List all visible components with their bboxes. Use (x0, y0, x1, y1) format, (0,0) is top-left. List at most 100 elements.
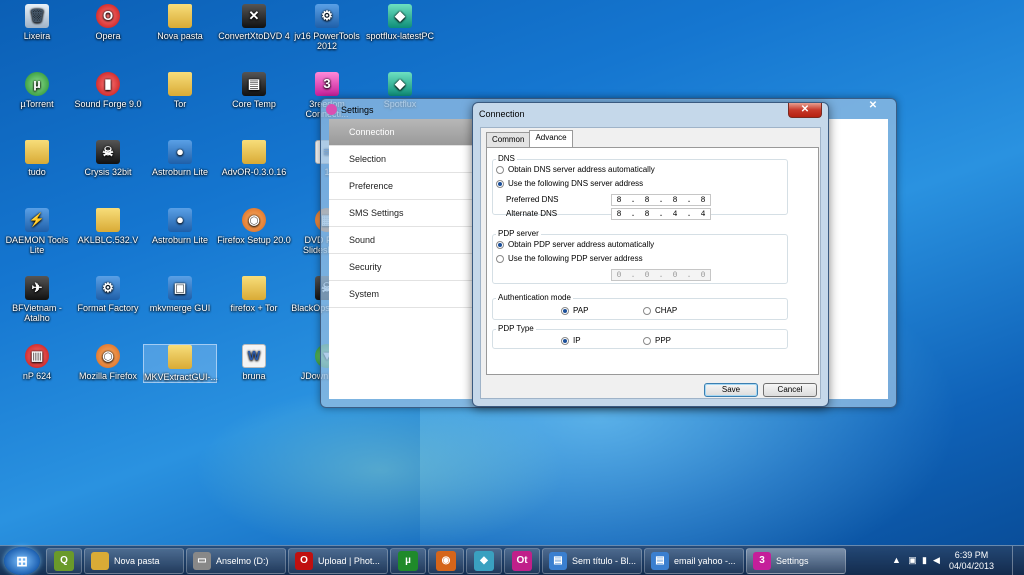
ip-octet: 0 (644, 270, 650, 280)
window-app-icon: ▭ (193, 552, 211, 570)
dns-auto-radio[interactable] (496, 165, 504, 174)
connection-dialog[interactable]: Connection ✕ Common Advance DNS Obtain D… (472, 102, 829, 407)
app-icon: µ (25, 72, 49, 96)
desktop-icon[interactable]: ✕ ConvertXtoDVD 4 (217, 4, 291, 41)
desktop-icon[interactable]: ☠ Crysis 32bit (71, 140, 145, 177)
desktop-icon[interactable]: firefox + Tor (217, 276, 291, 313)
desktop-icon-label: BFVietnam - Atalho (12, 303, 62, 323)
desktop-icon[interactable]: ▥ nP 624 (0, 344, 74, 381)
folder-icon (168, 72, 192, 96)
taskbar-window-label: Upload | Phot... (318, 556, 380, 566)
desktop-icon[interactable]: ◉ Mozilla Firefox (71, 344, 145, 381)
auth-mode-legend: Authentication mode (496, 293, 573, 302)
pdp-manual-radio[interactable] (496, 254, 504, 263)
desktop-icon[interactable]: tudo (0, 140, 74, 177)
settings-close-button[interactable]: ✕ (856, 99, 890, 113)
taskbar-window-button[interactable]: ▭ Anselmo (D:) (186, 548, 286, 574)
settings-nav-item-system[interactable]: System (329, 281, 472, 308)
qgis-taskbar-icon[interactable]: Q (46, 548, 82, 574)
desktop-icon[interactable]: ◉ Firefox Setup 20.0 (217, 208, 291, 245)
clock[interactable]: 6:39 PM 04/04/2013 (944, 550, 999, 572)
taskbar-window-button[interactable]: ▤ email yahoo -... (644, 548, 744, 574)
settings-nav-item-sound[interactable]: Sound (329, 227, 472, 254)
settings-nav-item-security[interactable]: Security (329, 254, 472, 281)
desktop-icon-label: Sound Forge 9.0 (74, 99, 142, 109)
desktop-icon[interactable]: MKVExtractGUI-... (143, 344, 218, 383)
taskbar-window-button[interactable]: ▤ Sem título - Bl... (542, 548, 642, 574)
desktop-icon-label: ConvertXtoDVD 4 (218, 31, 290, 41)
pdp-type-ip-option[interactable]: IP (561, 336, 581, 345)
desktop-icon[interactable]: ▣ mkvmerge GUI (143, 276, 217, 313)
pdp-manual-option[interactable]: Use the following PDP server address (496, 254, 643, 263)
desktop-icon[interactable]: AKLBLC.532.V (71, 208, 145, 245)
pdp-type-ppp-radio[interactable] (643, 336, 651, 345)
desktop-icon[interactable]: ◆ spotflux-latestPC (363, 4, 437, 41)
network-taskbar-icon[interactable]: ◆ (466, 548, 502, 574)
taskbar-window-button[interactable]: 3 Settings (746, 548, 846, 574)
desktop-icon[interactable]: AdvOR-0.3.0.16 (217, 140, 291, 177)
desktop-icon[interactable]: Nova pasta (143, 4, 217, 41)
taskbar-window-button[interactable]: O Upload | Phot... (288, 548, 388, 574)
ot-icon: Ot (512, 551, 532, 571)
pdp-server-group: PDP server Obtain PDP server address aut… (492, 229, 788, 284)
tray-expand-icon[interactable]: ▲ (891, 555, 902, 566)
tray-app-icon[interactable]: ▣ (907, 555, 918, 566)
pdp-auto-radio[interactable] (496, 240, 504, 249)
desktop-icon-label: Astroburn Lite (151, 235, 209, 245)
tab-common[interactable]: Common (486, 132, 531, 147)
pdp-type-ip-radio[interactable] (561, 336, 569, 345)
pdp-type-legend: PDP Type (496, 324, 536, 333)
desktop-icon[interactable]: ● Astroburn Lite (143, 208, 217, 245)
pdp-type-group: PDP Type IP PPP (492, 324, 788, 349)
taskbar-window-label: email yahoo -... (674, 556, 736, 566)
connection-close-button[interactable]: ✕ (788, 103, 822, 118)
settings-nav-item-selection[interactable]: Selection (329, 146, 472, 173)
auth-pap-option[interactable]: PAP (561, 306, 588, 315)
network-icon[interactable]: ▮ (919, 555, 930, 566)
save-button[interactable]: Save (704, 383, 758, 397)
settings-nav: Connection Selection Preference SMS Setting… (329, 119, 472, 308)
app-icon: O (96, 4, 120, 28)
start-button[interactable]: ⊞ (4, 547, 40, 575)
desktop-icon[interactable]: ▮ Sound Forge 9.0 (71, 72, 145, 109)
desktop-icon[interactable]: O Opera (71, 4, 145, 41)
clock-date: 04/04/2013 (948, 561, 995, 571)
dns-manual-radio[interactable] (496, 179, 504, 188)
app-icon: ⚙ (315, 4, 339, 28)
ip-octet: 8 (644, 209, 650, 219)
volume-icon[interactable]: ◀ (931, 555, 942, 566)
desktop-icon-label: bruna (242, 371, 266, 381)
desktop-icon[interactable]: µ µTorrent (0, 72, 74, 109)
settings-nav-item-preference[interactable]: Preference (329, 173, 472, 200)
desktop-icon[interactable]: ⚡ DAEMON Tools Lite (0, 208, 74, 255)
dns-auto-option[interactable]: Obtain DNS server address automatically (496, 165, 655, 174)
desktop-icon[interactable]: ✈ BFVietnam - Atalho (0, 276, 74, 323)
desktop-icon[interactable]: Tor (143, 72, 217, 109)
utorrent-taskbar-icon[interactable]: µ (390, 548, 426, 574)
folder-icon (242, 276, 266, 300)
pdp-auto-option[interactable]: Obtain PDP server address automatically (496, 240, 654, 249)
settings-nav-item-connection[interactable]: Connection (329, 119, 472, 146)
settings-nav-item-sms-settings[interactable]: SMS Settings (329, 200, 472, 227)
auth-chap-option[interactable]: CHAP (643, 306, 677, 315)
clock-time: 6:39 PM (954, 550, 989, 560)
ip-octet: 8 (644, 195, 650, 205)
desktop-icon[interactable]: ● Astroburn Lite (143, 140, 217, 177)
auth-chap-radio[interactable] (643, 306, 651, 315)
desktop-icon[interactable]: ⚙ jv16 PowerTools 2012 (290, 4, 364, 51)
show-desktop-button[interactable] (1012, 546, 1024, 575)
firefox-taskbar-icon[interactable]: ◉ (428, 548, 464, 574)
pdp-type-ppp-option[interactable]: PPP (643, 336, 671, 345)
desktop-icon[interactable]: ▤ Core Temp (217, 72, 291, 109)
tab-advance[interactable]: Advance (529, 130, 573, 147)
taskbar-window-button[interactable]: Nova pasta (84, 548, 184, 574)
desktop-icon[interactable]: 🗑 Lixeira (0, 4, 74, 41)
desktop-icon[interactable]: ⚙ Format Factory (71, 276, 145, 313)
alternate-dns-input[interactable]: 8. 8. 4. 4 (611, 208, 711, 220)
cancel-button[interactable]: Cancel (763, 383, 817, 397)
ot-taskbar-icon[interactable]: Ot (504, 548, 540, 574)
desktop-icon[interactable]: Wbruna (217, 344, 291, 381)
dns-manual-option[interactable]: Use the following DNS server address (496, 179, 643, 188)
preferred-dns-input[interactable]: 8. 8. 8. 8 (611, 194, 711, 206)
auth-pap-radio[interactable] (561, 306, 569, 315)
